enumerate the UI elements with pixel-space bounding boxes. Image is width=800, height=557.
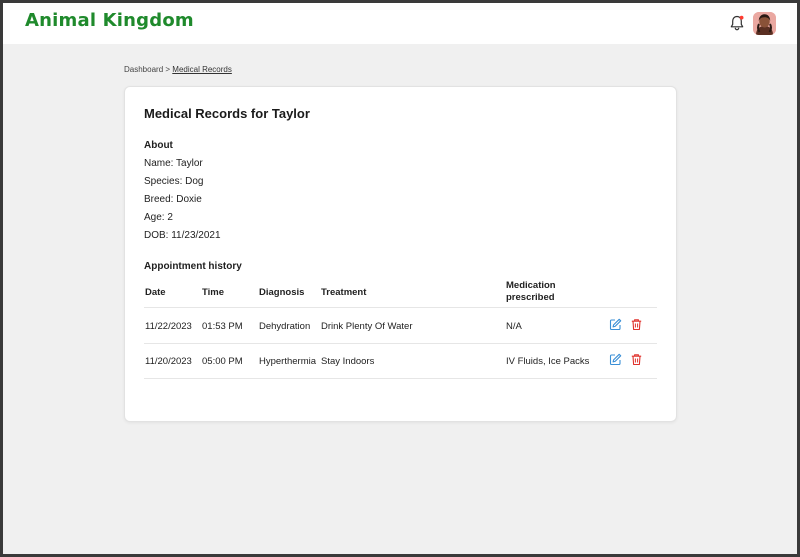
column-header-diagnosis: Diagnosis [259,287,305,298]
breadcrumb-medical-records[interactable]: Medical Records [172,65,232,74]
brand-logo[interactable]: Animal Kingdom [25,10,194,31]
row-treatment: Drink Plenty Of Water [321,321,413,332]
about-dob: DOB: 11/23/2021 [144,230,221,241]
medical-records-card: Medical Records for Taylor About Name: T… [124,86,677,422]
app-window: Animal Kingdom Dashboard > Medical Recor… [3,3,797,554]
about-heading: About [144,140,173,151]
column-header-date: Date [145,287,166,298]
about-name: Name: Taylor [144,158,203,169]
appointment-history-heading: Appointment history [144,261,242,272]
row-time: 05:00 PM [202,356,243,367]
avatar[interactable] [753,12,776,35]
edit-icon[interactable] [609,353,622,366]
trash-icon[interactable] [630,353,643,366]
edit-icon[interactable] [609,318,622,331]
bell-icon[interactable] [728,14,746,32]
column-header-treatment: Treatment [321,287,367,298]
row-date: 11/22/2023 [145,321,192,332]
row-diagnosis: Dehydration [259,321,311,332]
column-header-prescribed: prescribed [506,292,555,303]
trash-icon[interactable] [630,318,643,331]
row-divider [144,378,657,379]
about-age: Age: 2 [144,212,173,223]
row-diagnosis: Hyperthermia [259,356,317,367]
row-date: 11/20/2023 [145,356,192,367]
row-medication: IV Fluids, Ice Packs [506,356,590,367]
top-navbar: Animal Kingdom [3,3,797,44]
about-breed: Breed: Doxie [144,194,202,205]
breadcrumb-separator: > [165,65,171,74]
breadcrumb-dashboard[interactable]: Dashboard [124,65,163,74]
row-treatment: Stay Indoors [321,356,375,367]
row-divider [144,343,657,344]
page-title: Medical Records for Taylor [144,106,310,121]
row-time: 01:53 PM [202,321,243,332]
column-header-time: Time [202,287,225,298]
about-species: Species: Dog [144,176,204,187]
breadcrumb: Dashboard > Medical Records [124,65,232,74]
column-header-medication: Medication [506,280,556,291]
header-divider [144,307,657,308]
row-medication: N/A [506,321,522,332]
